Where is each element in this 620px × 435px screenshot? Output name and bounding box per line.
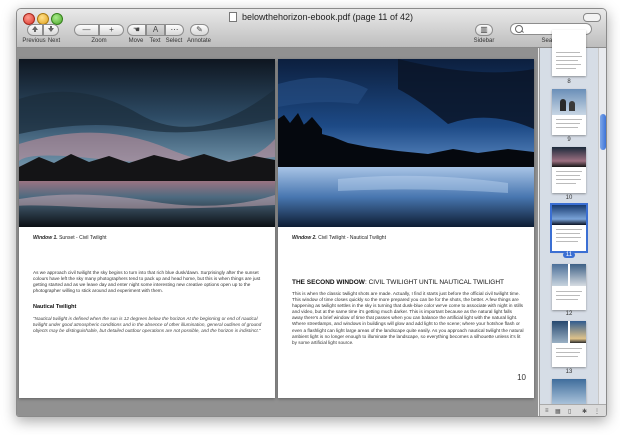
document-view[interactable]: Window 1. Sunset - Civil Twilight As we … — [17, 48, 538, 416]
text-cursor-icon: A — [152, 25, 159, 34]
left-caption: Window 1. Sunset - Civil Twilight — [33, 235, 107, 241]
next-button[interactable] — [43, 24, 59, 36]
arrow-down-icon — [48, 26, 54, 32]
left-paragraph: As we approach civil twilight the sky be… — [33, 270, 261, 294]
annotate-button[interactable]: ✎ — [190, 24, 209, 36]
right-heading: THE SECOND WINDOW: CIVIL TWILIGHT UNTIL … — [292, 279, 504, 286]
thumbnail-label-8: 8 — [567, 79, 571, 85]
move-tool-button[interactable]: ☚ — [127, 24, 146, 36]
sidebar-scroll-thumb[interactable] — [600, 114, 606, 150]
right-heading-rest: : CIVIL TWILIGHT UNTIL NAUTICAL TWILIGHT — [364, 279, 504, 286]
sunset-photo — [19, 59, 275, 227]
thumbnail-page-8[interactable] — [552, 30, 586, 76]
select-tool-button[interactable]: ⋯ — [165, 24, 184, 36]
action-gear-icon[interactable]: ✱ — [582, 408, 587, 415]
marquee-icon: ⋯ — [170, 25, 179, 34]
select-label: Select — [165, 38, 183, 44]
thumbnail-label-9: 9 — [567, 137, 571, 143]
thumbnail-sidebar[interactable]: 8 9 10 11 12 13 ≡ ▦ ▯ ✱ ⋮ — [539, 30, 606, 416]
sidebar-bottom-bar: ≡ ▦ ▯ ✱ ⋮ — [540, 404, 606, 416]
thumbnail-page-13[interactable] — [552, 321, 586, 367]
zoom-label: Zoom — [91, 38, 107, 44]
annotate-label: Annotate — [186, 38, 212, 44]
list-view-icon[interactable]: ≡ — [545, 408, 549, 414]
thumbnail-page-9[interactable] — [552, 89, 586, 135]
thumbnail-page-11[interactable] — [550, 203, 588, 253]
thumbnail-view-icon[interactable]: ▦ — [555, 408, 561, 415]
sidebar-toggle-button[interactable]: ▥ — [475, 24, 493, 36]
page-view-icon[interactable]: ▯ — [568, 408, 571, 415]
resize-handle-icon[interactable]: ⋮ — [594, 408, 600, 415]
toolbar-toggle-button[interactable] — [583, 13, 601, 22]
left-caption-text: Sunset - Civil Twilight — [57, 235, 107, 241]
right-caption-text: Civil Twilight - Nautical Twilight — [316, 235, 386, 241]
thumbnail-label-12: 12 — [565, 311, 573, 317]
title-toolbar: belowthehorizon-ebook.pdf (page 11 of 42… — [17, 9, 606, 48]
page-right: Window 2. Civil Twilight - Nautical Twil… — [278, 59, 534, 398]
preview-window: belowthehorizon-ebook.pdf (page 11 of 42… — [16, 8, 607, 417]
sidebar-label: Sidebar — [473, 38, 495, 44]
previous-button[interactable] — [27, 24, 43, 36]
arrow-up-icon — [32, 26, 38, 32]
minus-icon: — — [82, 25, 91, 34]
hand-icon: ☚ — [132, 25, 141, 34]
previous-label: Previous — [22, 38, 46, 44]
move-label: Move — [128, 38, 144, 44]
thumbnail-label-13: 13 — [565, 369, 573, 375]
right-paragraph: This is when the classic twilight shots … — [292, 291, 524, 345]
zoom-out-button[interactable]: — — [74, 24, 99, 36]
twilight-photo — [278, 59, 534, 227]
sidebar-scrollbar[interactable] — [598, 48, 606, 404]
thumbnail-page-12[interactable] — [552, 264, 586, 310]
text-label: Text — [149, 38, 161, 44]
thumbnail-page-10[interactable] — [552, 147, 586, 193]
right-caption-label: Window 2. — [292, 235, 317, 241]
page-number: 10 — [517, 373, 526, 382]
pencil-icon: ✎ — [196, 25, 203, 34]
thumbnail-label-11: 11 — [552, 252, 586, 258]
window-title: belowthehorizon-ebook.pdf (page 11 of 42… — [242, 12, 413, 22]
left-caption-label: Window 1. — [33, 235, 58, 241]
right-heading-bold: THE SECOND WINDOW — [292, 279, 365, 286]
page-left: Window 1. Sunset - Civil Twilight As we … — [19, 59, 275, 398]
left-quote: "Nautical twilight is defined when the s… — [33, 316, 262, 334]
plus-icon: + — [109, 25, 114, 34]
zoom-in-button[interactable]: + — [99, 24, 124, 36]
pdf-document-icon — [229, 12, 237, 22]
left-subheading: Nautical Twilight — [33, 304, 77, 310]
thumbnail-page-14[interactable] — [552, 379, 586, 404]
next-label: Next — [47, 38, 61, 44]
thumbnail-label-10: 10 — [565, 195, 573, 201]
sidebar-icon: ▥ — [480, 25, 488, 34]
text-tool-button[interactable]: A — [146, 24, 165, 36]
right-caption: Window 2. Civil Twilight - Nautical Twil… — [292, 235, 386, 241]
